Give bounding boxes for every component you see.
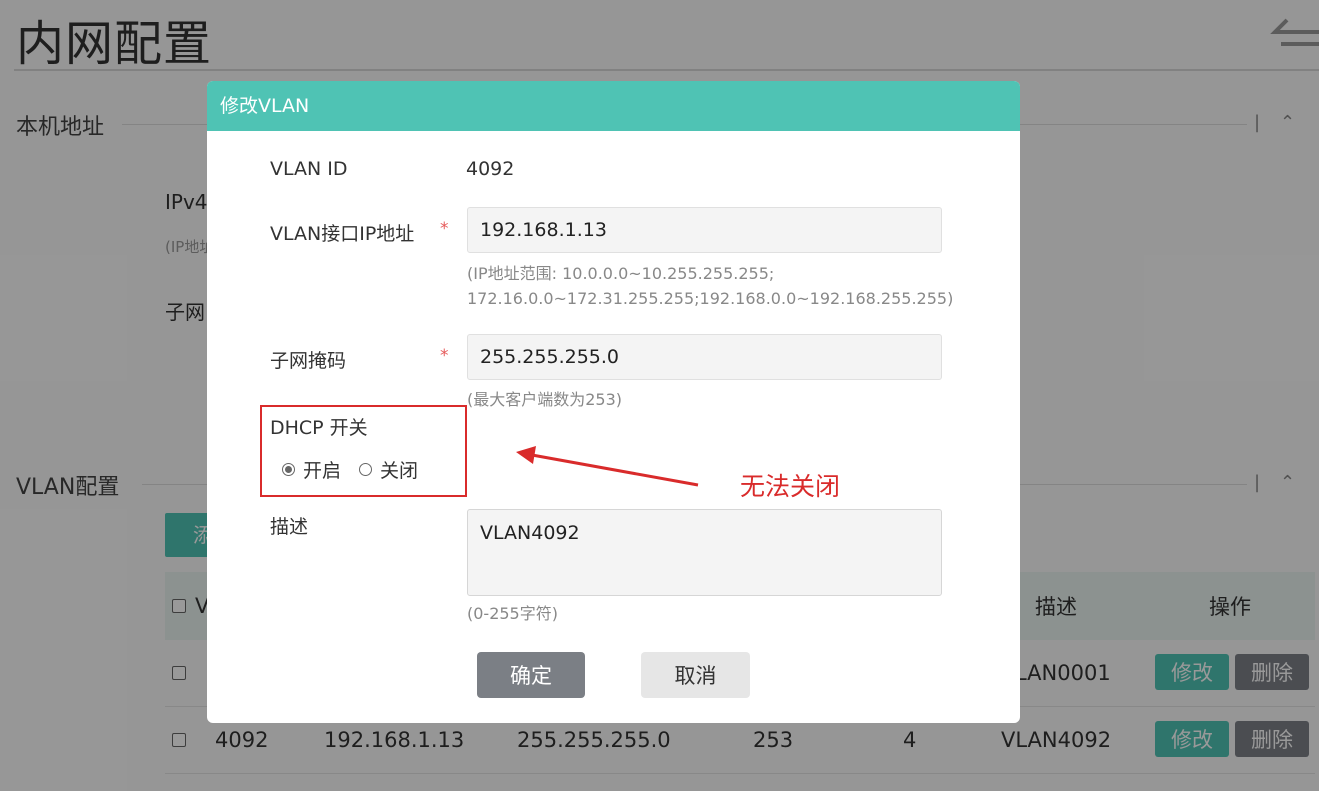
dialog-title: 修改VLAN xyxy=(207,81,1020,131)
vlan-id-label: VLAN ID xyxy=(270,158,348,180)
ip-label: VLAN接口IP地址 xyxy=(270,223,415,245)
edit-vlan-dialog: 修改VLAN VLAN ID 4092 VLAN接口IP地址 * (IP地址范围… xyxy=(207,81,1020,723)
required-mark: * xyxy=(440,219,449,239)
annotation-highlight-box xyxy=(260,405,467,497)
subnet-mask-input[interactable] xyxy=(467,334,942,380)
cancel-button[interactable]: 取消 xyxy=(641,652,750,698)
required-mark: * xyxy=(440,346,449,366)
ip-input[interactable] xyxy=(467,207,942,253)
confirm-button[interactable]: 确定 xyxy=(477,652,585,698)
max-clients-hint: (最大客户端数为253) xyxy=(467,390,623,409)
annotation-text: 无法关闭 xyxy=(740,472,841,501)
description-textarea[interactable]: VLAN4092 xyxy=(467,509,942,596)
description-label: 描述 xyxy=(270,516,309,538)
description-length-hint: (0-255字符) xyxy=(467,604,558,623)
subnet-mask-label: 子网掩码 xyxy=(270,350,347,372)
ip-range-hint-line1: (IP地址范围: 10.0.0.0~10.255.255.255; xyxy=(467,264,775,283)
vlan-id-value: 4092 xyxy=(466,158,515,180)
ip-range-hint-line2: 172.16.0.0~172.31.255.255;192.168.0.0~19… xyxy=(467,289,954,308)
